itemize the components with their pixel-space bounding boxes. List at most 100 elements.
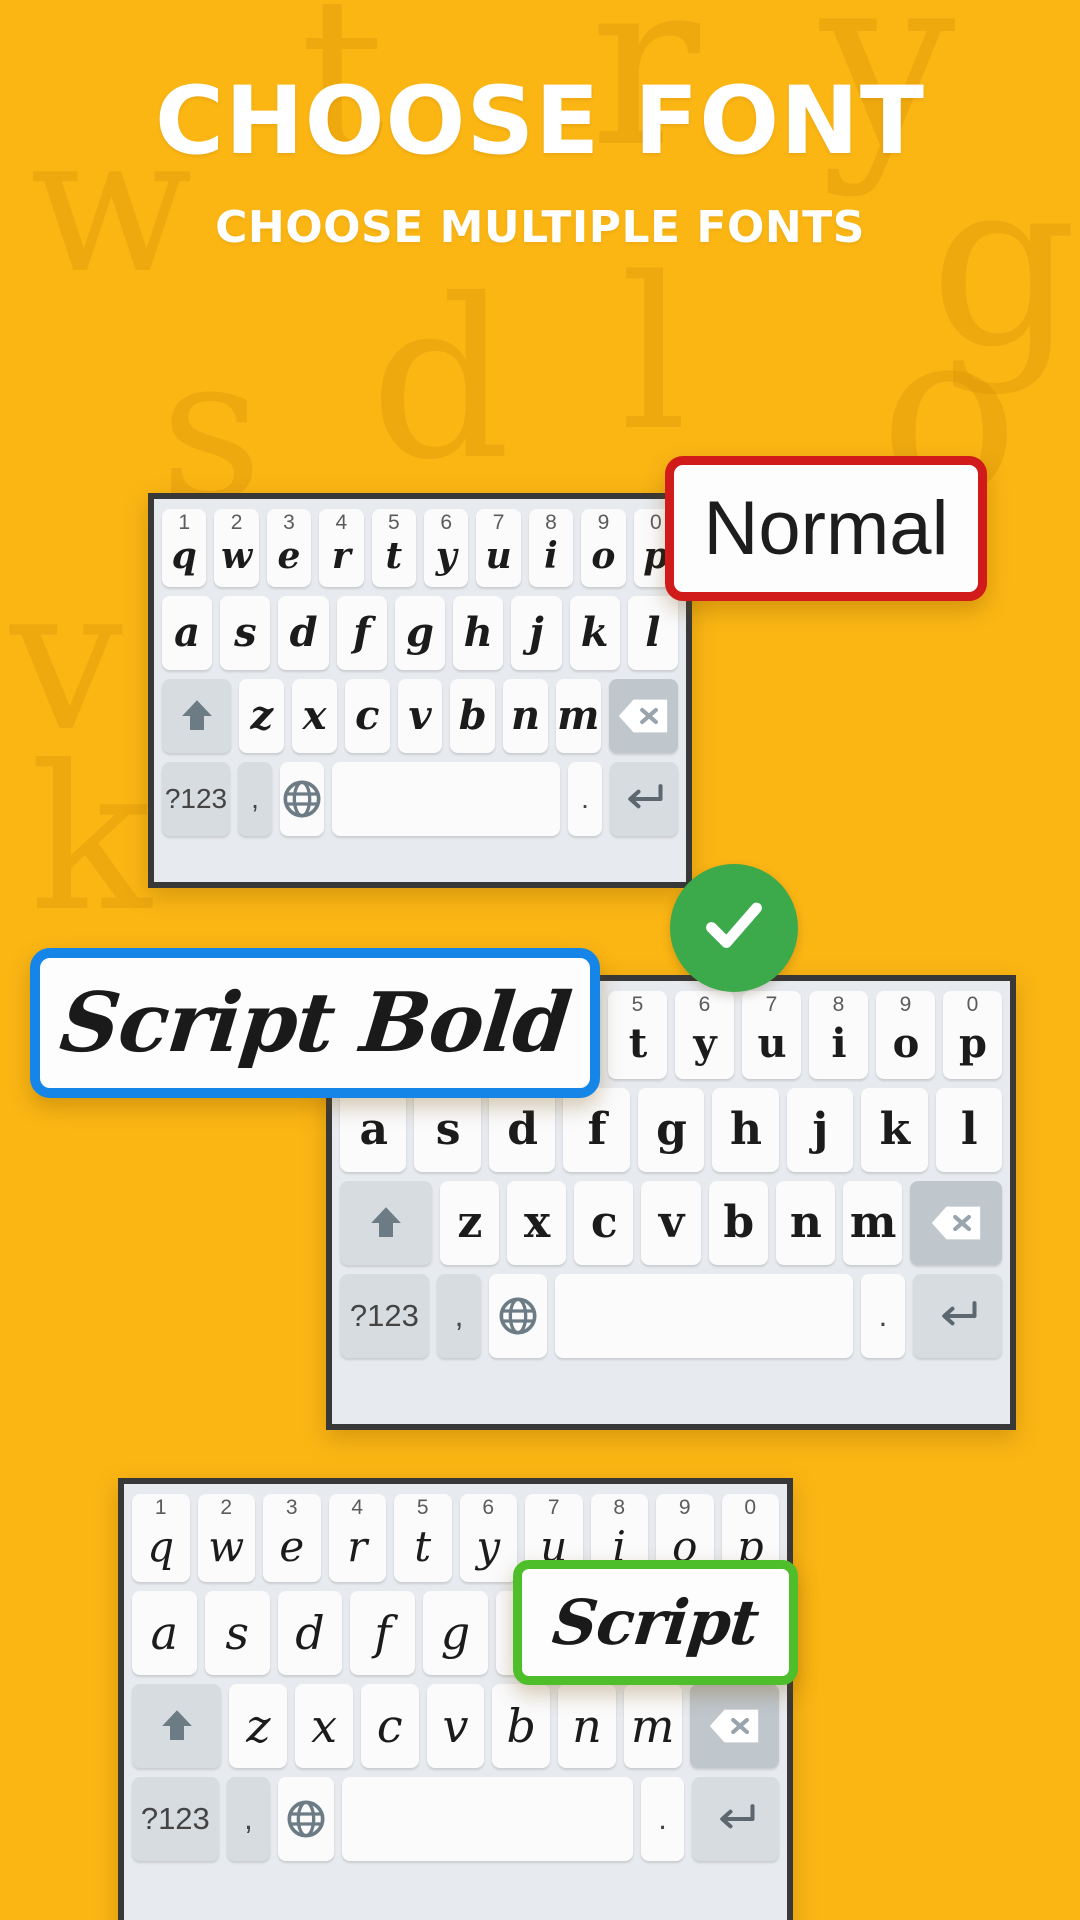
key-c[interactable]: c (574, 1181, 634, 1265)
backspace-key[interactable] (689, 1684, 779, 1768)
key-r[interactable]: 4r (319, 509, 364, 587)
comma-key[interactable]: , (237, 762, 273, 836)
font-callout-normal[interactable]: Normal (665, 456, 987, 601)
key-n[interactable]: n (775, 1181, 835, 1265)
key-h[interactable]: h (453, 596, 504, 670)
key-w[interactable]: 2w (214, 509, 259, 587)
key-l[interactable]: l (627, 596, 678, 670)
key-f[interactable]: f (350, 1591, 416, 1675)
key-x[interactable]: x (295, 1684, 353, 1768)
key-n[interactable]: n (503, 679, 548, 753)
key-b[interactable]: b (708, 1181, 768, 1265)
key-m[interactable]: m (623, 1684, 682, 1768)
key-o[interactable]: 9o (876, 991, 935, 1079)
key-x[interactable]: x (292, 679, 337, 753)
key-t[interactable]: 5t (608, 991, 667, 1079)
key-c[interactable]: c (360, 1684, 419, 1768)
key-q[interactable]: 1q (132, 1494, 190, 1582)
key-l[interactable]: l (935, 1088, 1002, 1172)
backspace-key[interactable] (608, 679, 678, 753)
key-z[interactable]: z (239, 679, 285, 753)
backspace-key[interactable] (910, 1181, 1002, 1265)
key-s[interactable]: s (220, 596, 271, 670)
key-b[interactable]: b (492, 1684, 551, 1768)
key-glyph: n (510, 692, 541, 739)
key-k[interactable]: k (569, 596, 620, 670)
keyboard-serif-preview[interactable]: 1q 2w 3e 4r 5t 6y 7u 8i 9o 0p a s d f g … (118, 1478, 793, 1920)
shift-key[interactable] (162, 679, 232, 753)
key-e[interactable]: 3e (263, 1494, 321, 1582)
key-v[interactable]: v (397, 679, 443, 753)
key-c[interactable]: c (344, 679, 390, 753)
period-key[interactable]: . (860, 1274, 906, 1358)
language-key[interactable] (489, 1274, 547, 1358)
key-v[interactable]: v (641, 1181, 701, 1265)
key-h[interactable]: h (712, 1088, 779, 1172)
key-e[interactable]: 3e (266, 509, 312, 587)
key-f[interactable]: f (336, 596, 387, 670)
key-j[interactable]: j (786, 1088, 854, 1172)
key-t[interactable]: 5t (371, 509, 416, 587)
key-v[interactable]: v (426, 1684, 485, 1768)
key-z[interactable]: z (439, 1181, 499, 1265)
language-key[interactable] (278, 1777, 335, 1861)
symbols-key[interactable]: ?123 (132, 1777, 219, 1861)
font-callout-script-bold[interactable]: Script Bold (30, 948, 600, 1098)
keyboard-script-preview[interactable]: 1q 2w 3e 4r 5t 6y 7u 8i 9o 0p a s d f g … (148, 493, 692, 888)
key-w[interactable]: 2w (197, 1494, 255, 1582)
key-a[interactable]: a (340, 1088, 407, 1172)
enter-key[interactable] (610, 762, 678, 836)
language-key[interactable] (280, 762, 324, 836)
key-t[interactable]: 5t (394, 1494, 452, 1582)
key-x[interactable]: x (506, 1181, 567, 1265)
key-y[interactable]: 6y (459, 1494, 517, 1582)
enter-key[interactable] (692, 1777, 779, 1861)
symbols-key[interactable]: ?123 (340, 1274, 429, 1358)
key-n[interactable]: n (558, 1684, 616, 1768)
key-p[interactable]: 0p (943, 991, 1002, 1079)
key-f[interactable]: f (563, 1088, 630, 1172)
symbols-key[interactable]: ?123 (162, 762, 230, 836)
background-letter: v (10, 543, 123, 776)
comma-key[interactable]: , (226, 1777, 271, 1861)
key-g[interactable]: g (637, 1088, 705, 1172)
key-i[interactable]: 8i (528, 509, 574, 587)
key-glyph: g (656, 1104, 687, 1155)
key-y[interactable]: 6y (424, 509, 469, 587)
key-u[interactable]: 7u (476, 509, 521, 587)
key-j[interactable]: j (511, 596, 562, 670)
key-o[interactable]: 9o (581, 509, 626, 587)
key-s[interactable]: s (414, 1088, 481, 1172)
key-m[interactable]: m (555, 679, 601, 753)
key-k[interactable]: k (861, 1088, 928, 1172)
key-a[interactable]: a (131, 1591, 197, 1675)
key-g[interactable]: g (423, 1591, 488, 1675)
period-key[interactable]: . (567, 762, 603, 836)
shift-icon (176, 695, 218, 737)
enter-key[interactable] (913, 1274, 1003, 1358)
key-z[interactable]: z (229, 1684, 288, 1768)
key-glyph: q (147, 1522, 175, 1571)
space-key[interactable] (342, 1777, 633, 1861)
key-a[interactable]: a (162, 596, 213, 670)
period-key[interactable]: . (640, 1777, 685, 1861)
key-d[interactable]: d (488, 1088, 556, 1172)
key-g[interactable]: g (394, 596, 446, 670)
comma-key[interactable]: , (436, 1274, 482, 1358)
globe-icon (286, 1799, 326, 1839)
key-d[interactable]: d (277, 1591, 343, 1675)
key-i[interactable]: 8i (809, 991, 868, 1079)
key-d[interactable]: d (278, 596, 329, 670)
shift-key[interactable] (340, 1181, 432, 1265)
key-y[interactable]: 6y (675, 991, 734, 1079)
font-callout-script[interactable]: Script (513, 1560, 798, 1685)
key-r[interactable]: 4r (328, 1494, 386, 1582)
space-key[interactable] (331, 762, 560, 836)
space-key[interactable] (554, 1274, 853, 1358)
shift-key[interactable] (132, 1684, 222, 1768)
key-s[interactable]: s (204, 1591, 270, 1675)
key-m[interactable]: m (843, 1181, 903, 1265)
key-q[interactable]: 1q (161, 509, 207, 587)
key-b[interactable]: b (450, 679, 496, 753)
key-u[interactable]: 7u (742, 991, 801, 1079)
